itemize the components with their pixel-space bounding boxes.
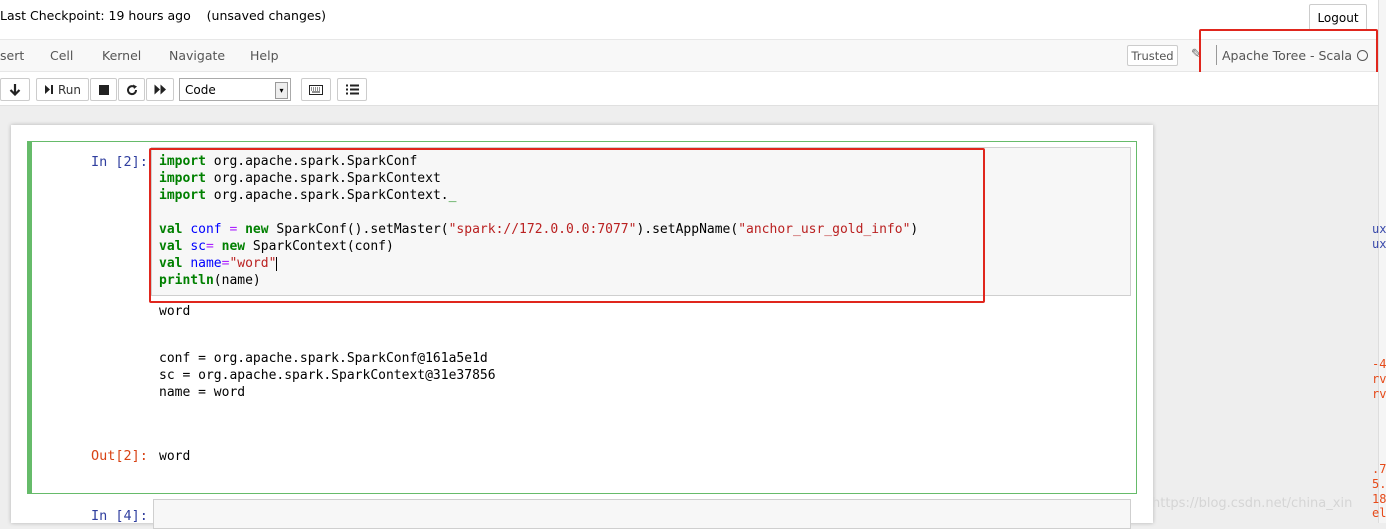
list-icon <box>345 84 359 95</box>
menu-cell[interactable]: Cell <box>50 48 73 63</box>
run-label: Run <box>57 82 81 97</box>
result-output: word <box>159 449 191 464</box>
input-prompt-next: In [4]: <box>91 508 148 524</box>
cell-toolbar-button[interactable] <box>337 78 367 101</box>
checkpoint-text: Last Checkpoint: 19 hours ago <box>0 8 191 23</box>
display-line: conf = org.apache.spark.SparkConf@161a5e… <box>159 351 488 366</box>
unsaved-changes-text: (unsaved changes) <box>206 8 326 23</box>
fast-forward-icon <box>154 84 166 95</box>
command-palette-button[interactable] <box>301 78 331 101</box>
stop-icon <box>98 84 109 95</box>
display-output: conf = org.apache.spark.SparkConf@161a5e… <box>159 350 496 401</box>
menu-help[interactable]: Help <box>250 48 279 63</box>
restart-icon <box>126 84 137 95</box>
chevron-down-icon: ▾ <box>275 82 288 99</box>
menu-kernel[interactable]: Kernel <box>102 48 141 63</box>
side-fragment: rv <box>1372 372 1386 386</box>
side-fragment: el <box>1372 506 1386 520</box>
next-code-input-area[interactable] <box>153 499 1131 529</box>
display-line: sc = org.apache.spark.SparkContext@31e37… <box>159 368 496 383</box>
move-down-button[interactable] <box>0 78 30 101</box>
side-fragment: -4 <box>1372 357 1386 371</box>
side-fragment: ux <box>1372 222 1386 236</box>
run-icon <box>44 85 53 94</box>
side-fragment: 18 <box>1372 492 1386 506</box>
display-line: name = word <box>159 385 246 400</box>
keyboard-icon <box>309 84 323 95</box>
run-button[interactable]: Run <box>36 78 89 101</box>
side-fragment: 5. <box>1372 477 1386 491</box>
watermark: https://blog.csdn.net/china_xin <box>1152 496 1353 511</box>
restart-button[interactable] <box>118 78 145 101</box>
input-prompt: In [2]: <box>91 154 148 170</box>
cell-type-select[interactable]: Code ▾ <box>179 78 291 101</box>
menu-navigate[interactable]: Navigate <box>169 48 225 63</box>
side-fragment: .7 <box>1372 462 1386 476</box>
move-down-icon <box>9 84 21 96</box>
stop-button[interactable] <box>90 78 117 101</box>
code-highlight-box <box>149 148 985 303</box>
stdout-output: word <box>159 304 191 319</box>
menu-insert[interactable]: sert <box>0 48 24 63</box>
right-edge-panel <box>1378 0 1386 523</box>
trusted-badge[interactable]: Trusted <box>1127 45 1178 66</box>
menubar: sert Cell Kernel Navigate Help <box>0 39 1386 72</box>
cell-type-value: Code <box>185 82 216 97</box>
checkpoint-status: Last Checkpoint: 19 hours ago (unsaved c… <box>0 8 326 23</box>
side-fragment: ux <box>1372 237 1386 251</box>
restart-run-all-button[interactable] <box>146 78 174 101</box>
side-fragment: rv <box>1372 387 1386 401</box>
logout-button[interactable]: Logout <box>1309 4 1367 31</box>
output-prompt: Out[2]: <box>91 448 148 464</box>
